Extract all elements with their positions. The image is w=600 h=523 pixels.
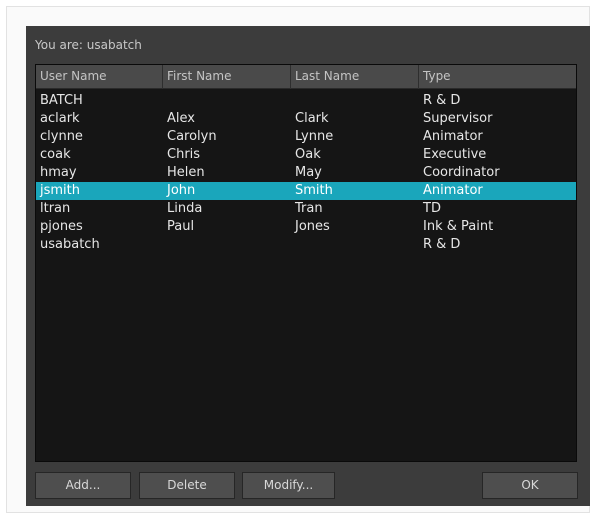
column-header-last-name[interactable]: Last Name <box>291 65 419 89</box>
cell-type: Supervisor <box>423 111 493 126</box>
cell-last-name: Oak <box>295 147 321 162</box>
user-row[interactable]: coak Chris Oak Executive <box>36 146 576 164</box>
cell-user-name: hmay <box>40 165 77 180</box>
user-row[interactable]: clynne Carolyn Lynne Animator <box>36 128 576 146</box>
delete-button[interactable]: Delete <box>139 472 235 499</box>
user-row[interactable]: hmay Helen May Coordinator <box>36 164 576 182</box>
cell-last-name: Jones <box>295 219 330 234</box>
cell-last-name <box>291 92 419 110</box>
cell-first-name: Alex <box>167 111 195 126</box>
user-row[interactable]: jsmith John Smith Animator <box>36 182 576 200</box>
cell-first-name: John <box>167 183 196 198</box>
cell-type: R & D <box>423 237 461 252</box>
cell-last-name: Lynne <box>295 129 334 144</box>
cell-user-name: usabatch <box>40 237 100 252</box>
current-user-label: You are: usabatch <box>35 38 142 52</box>
user-row[interactable]: BATCH R & D <box>36 92 576 110</box>
user-row[interactable]: usabatch R & D <box>36 236 576 254</box>
cell-user-name: BATCH <box>40 93 83 108</box>
cell-last-name: Tran <box>295 201 323 216</box>
cell-user-name: jsmith <box>40 183 80 198</box>
cell-type: Coordinator <box>423 165 500 180</box>
cell-first-name: Linda <box>167 201 203 216</box>
cell-user-name: aclark <box>40 111 80 126</box>
cell-first-name: Paul <box>167 219 195 234</box>
cell-first-name: Chris <box>167 147 201 162</box>
user-list-rows: BATCH R & D aclark Alex Clark Supervisor clynn… <box>36 89 576 254</box>
cell-type: Animator <box>423 183 483 198</box>
cell-first-name: Carolyn <box>167 129 217 144</box>
cell-user-name: pjones <box>40 219 83 234</box>
user-list[interactable]: User Name First Name Last Name Type BATC… <box>35 64 577 462</box>
add-button[interactable]: Add... <box>35 472 131 499</box>
cell-type: Ink & Paint <box>423 219 494 234</box>
ok-button[interactable]: OK <box>482 472 578 499</box>
modify-button[interactable]: Modify... <box>242 472 335 499</box>
cell-user-name: ltran <box>40 201 71 216</box>
user-manager-dialog: You are: usabatch User Name First Name L… <box>26 26 590 506</box>
cell-first-name: Helen <box>167 165 205 180</box>
user-row[interactable]: pjones Paul Jones Ink & Paint <box>36 218 576 236</box>
cell-last-name: Clark <box>295 111 329 126</box>
cell-type: Animator <box>423 129 483 144</box>
user-row[interactable]: ltran Linda Tran TD <box>36 200 576 218</box>
user-row[interactable]: aclark Alex Clark Supervisor <box>36 110 576 128</box>
cell-type: Executive <box>423 147 487 162</box>
cell-type: R & D <box>423 93 461 108</box>
cell-last-name: May <box>295 165 322 180</box>
cell-type: TD <box>423 201 441 216</box>
column-header-type[interactable]: Type <box>419 65 576 89</box>
cell-first-name <box>163 92 291 110</box>
column-header-first-name[interactable]: First Name <box>163 65 291 89</box>
user-list-header: User Name First Name Last Name Type <box>36 65 576 89</box>
cell-first-name <box>163 236 291 254</box>
cell-last-name: Smith <box>295 183 333 198</box>
cell-user-name: coak <box>40 147 71 162</box>
column-header-user-name[interactable]: User Name <box>36 65 163 89</box>
cell-last-name <box>291 236 419 254</box>
cell-user-name: clynne <box>40 129 83 144</box>
